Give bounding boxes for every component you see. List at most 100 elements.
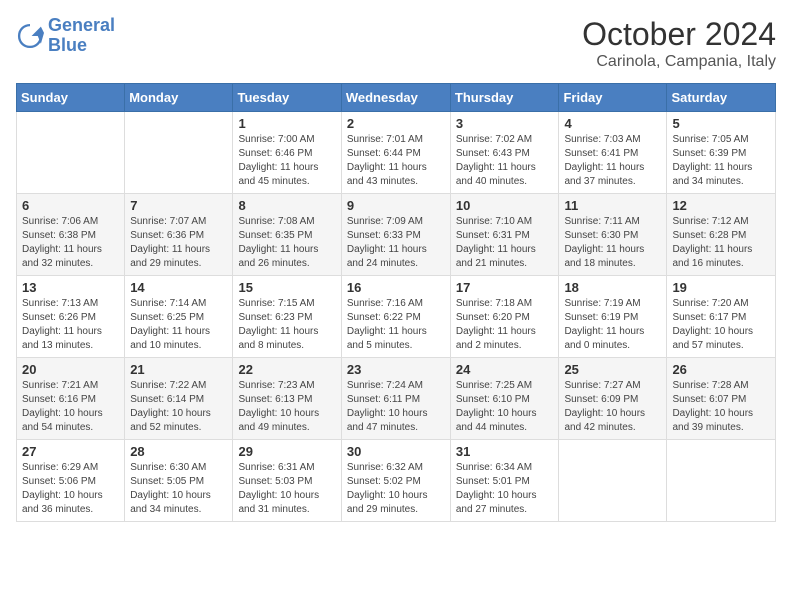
day-number: 6 [22,198,119,213]
day-number: 29 [238,444,335,459]
day-detail: Sunrise: 7:05 AMSunset: 6:39 PMDaylight:… [672,133,770,189]
day-number: 15 [238,280,335,295]
day-number: 2 [347,116,445,131]
location-title: Carinola, Campania, Italy [582,53,776,71]
day-number: 25 [564,362,661,377]
calendar-cell: 15 Sunrise: 7:15 AMSunset: 6:23 PMDayligh… [233,276,341,358]
day-number: 4 [564,116,661,131]
day-number: 20 [22,362,119,377]
day-number: 18 [564,280,661,295]
day-detail: Sunrise: 7:15 AMSunset: 6:23 PMDaylight:… [238,297,335,353]
logo-text: General Blue [48,16,115,56]
calendar-cell: 2 Sunrise: 7:01 AMSunset: 6:44 PMDaylight… [341,112,450,194]
weekday-header-wednesday: Wednesday [341,84,450,112]
calendar-week-row: 20Sunrise: 7:21 AMSunset: 6:16 PMDayligh… [17,358,776,440]
calendar-cell: 1 Sunrise: 7:00 AMSunset: 6:46 PMDaylight… [233,112,341,194]
day-number: 24 [456,362,554,377]
logo: General Blue [16,16,115,56]
weekday-header-tuesday: Tuesday [233,84,341,112]
day-number: 17 [456,280,554,295]
day-number: 1 [238,116,335,131]
page-header: General Blue October 2024 Carinola, Camp… [16,16,776,71]
calendar-cell: 22 Sunrise: 7:23 AMSunset: 6:13 PMDayligh… [233,358,341,440]
month-title: October 2024 [582,16,776,53]
day-number: 5 [672,116,770,131]
calendar-cell: 26 Sunrise: 7:28 AMSunset: 6:07 PMDayligh… [667,358,776,440]
calendar-cell: 4Sunrise: 7:03 AMSunset: 6:41 PMDaylight… [559,112,667,194]
title-block: October 2024 Carinola, Campania, Italy [582,16,776,71]
weekday-header-monday: Monday [125,84,233,112]
weekday-header-saturday: Saturday [667,84,776,112]
day-number: 31 [456,444,554,459]
day-detail: Sunrise: 7:12 AMSunset: 6:28 PMDaylight:… [672,215,770,271]
calendar-cell [125,112,233,194]
calendar-cell: 28 Sunrise: 6:30 AMSunset: 5:05 PMDayligh… [125,440,233,522]
day-detail: Sunrise: 7:22 AMSunset: 6:14 PMDaylight:… [130,379,227,435]
day-number: 28 [130,444,227,459]
calendar-cell: 18 Sunrise: 7:19 AMSunset: 6:19 PMDayligh… [559,276,667,358]
day-detail: Sunrise: 7:19 AMSunset: 6:19 PMDaylight:… [564,297,661,353]
calendar-cell: 11Sunrise: 7:11 AMSunset: 6:30 PMDayligh… [559,194,667,276]
day-detail: Sunrise: 7:25 AMSunset: 6:10 PMDaylight:… [456,379,554,435]
day-detail: Sunrise: 7:01 AMSunset: 6:44 PMDaylight:… [347,133,445,189]
calendar-cell: 16 Sunrise: 7:16 AMSunset: 6:22 PMDayligh… [341,276,450,358]
weekday-header-thursday: Thursday [450,84,559,112]
day-number: 13 [22,280,119,295]
calendar-cell: 20Sunrise: 7:21 AMSunset: 6:16 PMDayligh… [17,358,125,440]
day-detail: Sunrise: 6:34 AMSunset: 5:01 PMDaylight:… [456,461,554,517]
day-number: 26 [672,362,770,377]
calendar-cell: 19Sunrise: 7:20 AMSunset: 6:17 PMDayligh… [667,276,776,358]
calendar-table: SundayMondayTuesdayWednesdayThursdayFrid… [16,83,776,522]
calendar-cell: 14 Sunrise: 7:14 AMSunset: 6:25 PMDayligh… [125,276,233,358]
calendar-cell: 21 Sunrise: 7:22 AMSunset: 6:14 PMDayligh… [125,358,233,440]
day-number: 7 [130,198,227,213]
day-detail: Sunrise: 7:27 AMSunset: 6:09 PMDaylight:… [564,379,661,435]
day-detail: Sunrise: 7:20 AMSunset: 6:17 PMDaylight:… [672,297,770,353]
calendar-cell: 24 Sunrise: 7:25 AMSunset: 6:10 PMDayligh… [450,358,559,440]
day-detail: Sunrise: 7:14 AMSunset: 6:25 PMDaylight:… [130,297,227,353]
day-detail: Sunrise: 7:16 AMSunset: 6:22 PMDaylight:… [347,297,445,353]
calendar-cell [17,112,125,194]
calendar-cell [667,440,776,522]
calendar-cell: 3Sunrise: 7:02 AMSunset: 6:43 PMDaylight… [450,112,559,194]
day-number: 8 [238,198,335,213]
day-number: 16 [347,280,445,295]
day-detail: Sunrise: 7:13 AMSunset: 6:26 PMDaylight:… [22,297,119,353]
calendar-week-row: 13 Sunrise: 7:13 AMSunset: 6:26 PMDayligh… [17,276,776,358]
day-number: 21 [130,362,227,377]
calendar-cell: 25 Sunrise: 7:27 AMSunset: 6:09 PMDayligh… [559,358,667,440]
day-detail: Sunrise: 7:24 AMSunset: 6:11 PMDaylight:… [347,379,445,435]
calendar-cell: 7 Sunrise: 7:07 AMSunset: 6:36 PMDaylight… [125,194,233,276]
day-detail: Sunrise: 6:30 AMSunset: 5:05 PMDaylight:… [130,461,227,517]
weekday-header-sunday: Sunday [17,84,125,112]
day-number: 22 [238,362,335,377]
calendar-cell: 29Sunrise: 6:31 AMSunset: 5:03 PMDayligh… [233,440,341,522]
day-detail: Sunrise: 6:29 AMSunset: 5:06 PMDaylight:… [22,461,119,517]
calendar-cell: 8 Sunrise: 7:08 AMSunset: 6:35 PMDaylight… [233,194,341,276]
day-number: 14 [130,280,227,295]
day-detail: Sunrise: 7:18 AMSunset: 6:20 PMDaylight:… [456,297,554,353]
calendar-cell [559,440,667,522]
day-detail: Sunrise: 7:06 AMSunset: 6:38 PMDaylight:… [22,215,119,271]
weekday-header-row: SundayMondayTuesdayWednesdayThursdayFrid… [17,84,776,112]
day-number: 10 [456,198,554,213]
calendar-cell: 23 Sunrise: 7:24 AMSunset: 6:11 PMDayligh… [341,358,450,440]
day-detail: Sunrise: 7:11 AMSunset: 6:30 PMDaylight:… [564,215,661,271]
calendar-cell: 31 Sunrise: 6:34 AMSunset: 5:01 PMDayligh… [450,440,559,522]
day-detail: Sunrise: 7:23 AMSunset: 6:13 PMDaylight:… [238,379,335,435]
day-number: 23 [347,362,445,377]
calendar-cell: 17 Sunrise: 7:18 AMSunset: 6:20 PMDayligh… [450,276,559,358]
calendar-cell: 10Sunrise: 7:10 AMSunset: 6:31 PMDayligh… [450,194,559,276]
day-number: 30 [347,444,445,459]
day-number: 27 [22,444,119,459]
calendar-week-row: 27 Sunrise: 6:29 AMSunset: 5:06 PMDayligh… [17,440,776,522]
calendar-cell: 6 Sunrise: 7:06 AMSunset: 6:38 PMDaylight… [17,194,125,276]
calendar-week-row: 1 Sunrise: 7:00 AMSunset: 6:46 PMDaylight… [17,112,776,194]
day-detail: Sunrise: 7:08 AMSunset: 6:35 PMDaylight:… [238,215,335,271]
day-detail: Sunrise: 7:28 AMSunset: 6:07 PMDaylight:… [672,379,770,435]
day-detail: Sunrise: 7:00 AMSunset: 6:46 PMDaylight:… [238,133,335,189]
calendar-cell: 9Sunrise: 7:09 AMSunset: 6:33 PMDaylight… [341,194,450,276]
day-detail: Sunrise: 7:02 AMSunset: 6:43 PMDaylight:… [456,133,554,189]
day-detail: Sunrise: 7:09 AMSunset: 6:33 PMDaylight:… [347,215,445,271]
day-detail: Sunrise: 7:07 AMSunset: 6:36 PMDaylight:… [130,215,227,271]
